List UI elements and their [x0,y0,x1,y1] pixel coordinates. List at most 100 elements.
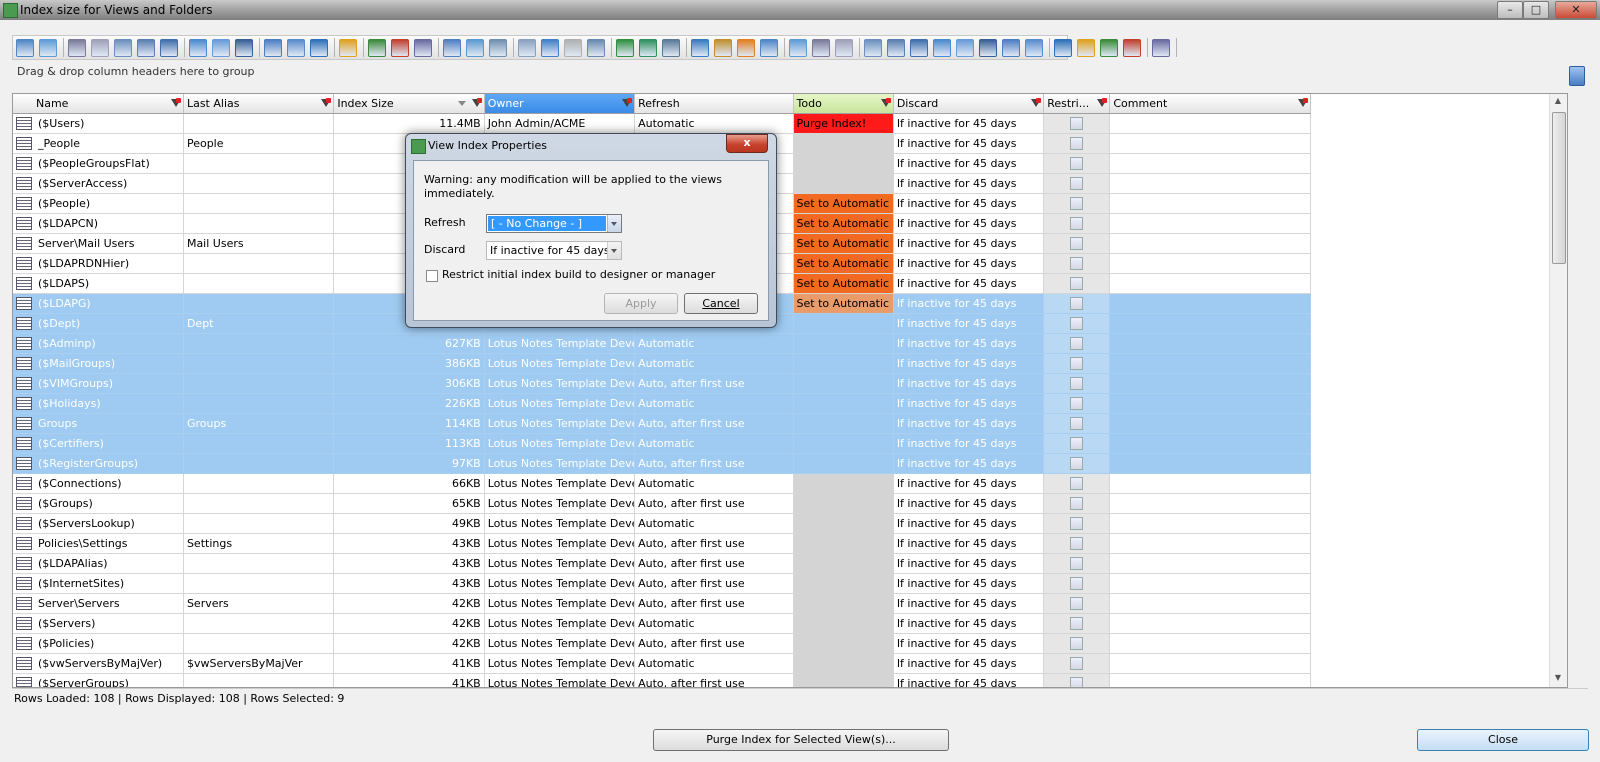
cell-todo[interactable]: Set to Automatic [793,273,894,294]
cell-name[interactable]: ($LDAPRDNHier) [13,253,184,274]
cell-size[interactable]: 42KB [333,633,485,654]
toolbar-button-icon[interactable] [760,39,778,57]
toolbar-button-icon[interactable] [310,39,328,57]
cell-owner[interactable]: Lotus Notes Template Deve [484,433,636,454]
cell-todo[interactable] [793,393,894,414]
cell-comment[interactable] [1109,353,1311,374]
cell-owner[interactable]: Lotus Notes Template Deve [484,373,636,394]
cell-comment[interactable] [1109,473,1311,494]
table-row[interactable]: ($Connections) 66KB Lotus Notes Template D… [13,473,1311,494]
cell-name[interactable]: ($Certifiers) [13,433,184,454]
cell-refresh[interactable]: Automatic [634,113,794,134]
cancel-button[interactable]: Cancel [684,293,758,314]
cell-name[interactable]: ($LDAPS) [13,273,184,294]
table-row[interactable]: Server\Servers Servers 42KB Lotus Notes Tem… [13,593,1311,614]
cell-comment[interactable] [1109,133,1311,154]
toolbar-button-icon[interactable] [443,39,461,57]
cell-name[interactable]: Server\Servers [13,593,184,614]
toolbar-button-icon[interactable] [391,39,409,57]
cell-alias[interactable] [183,633,335,654]
chevron-down-icon[interactable] [607,215,621,232]
cell-refresh[interactable]: Automatic [634,513,794,534]
maximize-button[interactable]: □ [1523,1,1549,19]
cell-restrict[interactable] [1043,373,1111,394]
cell-comment[interactable] [1109,393,1311,414]
cell-restrict[interactable] [1043,653,1111,674]
cell-size[interactable]: 41KB [333,673,485,687]
cell-restrict[interactable] [1043,153,1111,174]
cell-restrict[interactable] [1043,433,1111,454]
cell-comment[interactable] [1109,293,1311,314]
cell-discard[interactable]: If inactive for 45 days [893,273,1045,294]
cell-size[interactable]: 43KB [333,553,485,574]
cell-comment[interactable] [1109,673,1311,687]
restrict-row-checkbox[interactable] [1070,477,1084,491]
cell-owner[interactable]: Lotus Notes Template Deve [484,413,636,434]
group-by-area[interactable]: Drag & drop column headers here to group [12,60,1588,92]
cell-name[interactable]: ($LDAPG) [13,293,184,314]
toolbar-button-icon[interactable] [737,39,755,57]
cell-alias[interactable] [183,373,335,394]
cell-comment[interactable] [1109,153,1311,174]
cell-restrict[interactable] [1043,113,1111,134]
cell-restrict[interactable] [1043,233,1111,254]
toolbar-button-icon[interactable] [264,39,282,57]
cell-name[interactable]: _People [13,133,184,154]
minimize-button[interactable]: – [1497,1,1523,19]
cell-alias[interactable] [183,293,335,314]
cell-todo[interactable] [793,473,894,494]
cell-size[interactable]: 226KB [333,393,485,414]
restrict-row-checkbox[interactable] [1070,537,1084,551]
cell-discard[interactable]: If inactive for 45 days [893,173,1045,194]
cell-comment[interactable] [1109,573,1311,594]
toolbar-button-icon[interactable] [137,39,155,57]
restrict-row-checkbox[interactable] [1070,517,1084,531]
toolbar-button-icon[interactable] [368,39,386,57]
cell-alias[interactable] [183,353,335,374]
cell-name[interactable]: ($Users) [13,113,184,134]
toolbar-button-icon[interactable] [691,39,709,57]
cell-comment[interactable] [1109,413,1311,434]
cell-name[interactable]: ($VIMGroups) [13,373,184,394]
cell-discard[interactable]: If inactive for 45 days [893,533,1045,554]
restrict-row-checkbox[interactable] [1070,497,1084,511]
cell-alias[interactable] [183,393,335,414]
toolbar-button-icon[interactable] [16,39,34,57]
cell-comment[interactable] [1109,653,1311,674]
toolbar-button-icon[interactable] [1002,39,1020,57]
cell-todo[interactable] [793,513,894,534]
table-row[interactable]: ($Policies) 42KB Lotus Notes Template Deve… [13,633,1311,654]
cell-name[interactable]: ($ServersLookup) [13,513,184,534]
purge-index-button[interactable]: Purge Index for Selected View(s)... [653,729,949,751]
cell-discard[interactable]: If inactive for 45 days [893,553,1045,574]
cell-comment[interactable] [1109,613,1311,634]
cell-alias[interactable] [183,433,335,454]
toolbar-button-icon[interactable] [835,39,853,57]
cell-owner[interactable]: Lotus Notes Template Deve [484,493,636,514]
restrict-row-checkbox[interactable] [1070,637,1084,651]
cell-comment[interactable] [1109,633,1311,654]
cell-todo[interactable]: Purge Index! [793,113,894,134]
cell-owner[interactable]: Lotus Notes Template Deve [484,533,636,554]
cell-size[interactable]: 41KB [333,653,485,674]
col-header-last-alias[interactable]: Last Alias [183,94,335,114]
cell-size[interactable]: 49KB [333,513,485,534]
cell-size[interactable]: 306KB [333,373,485,394]
cell-todo[interactable] [793,133,894,154]
restrict-row-checkbox[interactable] [1070,357,1084,371]
cell-alias[interactable] [183,153,335,174]
toolbar-button-icon[interactable] [189,39,207,57]
cell-refresh[interactable]: Auto, after first use [634,573,794,594]
cell-comment[interactable] [1109,533,1311,554]
cell-discard[interactable]: If inactive for 45 days [893,213,1045,234]
cell-refresh[interactable]: Automatic [634,473,794,494]
cell-name[interactable]: ($People) [13,193,184,214]
cell-discard[interactable]: If inactive for 45 days [893,613,1045,634]
cell-refresh[interactable]: Automatic [634,433,794,454]
table-row[interactable]: ($ServersLookup) 49KB Lotus Notes Template… [13,513,1311,534]
cell-todo[interactable]: Set to Automatic [793,233,894,254]
cell-restrict[interactable] [1043,293,1111,314]
cell-restrict[interactable] [1043,193,1111,214]
cell-todo[interactable] [793,373,894,394]
toolbar-button-icon[interactable] [910,39,928,57]
